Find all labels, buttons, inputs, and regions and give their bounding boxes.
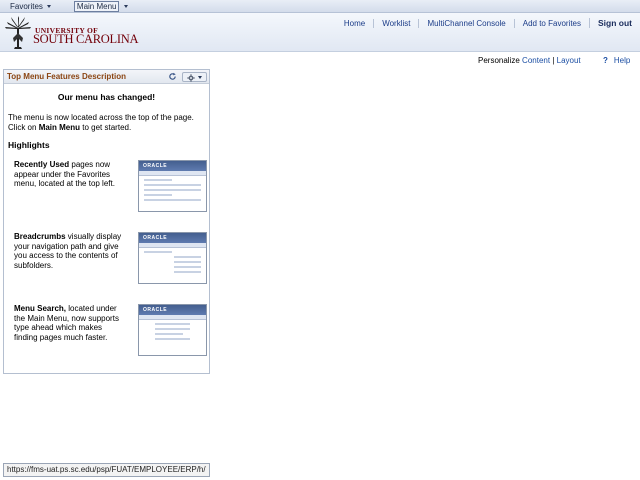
recently-used-screenshot-thumbnail: ORACLE: [138, 160, 207, 212]
status-bar-url: https://fms-uat.ps.sc.edu/psp/FUAT/EMPLO…: [3, 463, 210, 477]
top-menu-bar: Favorites Main Menu: [0, 0, 640, 13]
main-menu[interactable]: Main Menu: [73, 0, 120, 12]
chevron-down-icon: [46, 4, 51, 8]
thumb-line: [174, 271, 201, 273]
feature-breadcrumbs: Breadcrumbs visually display your naviga…: [8, 232, 207, 304]
thumb-line: [144, 189, 201, 191]
feature-text: Menu Search, located under the Main Menu…: [14, 304, 124, 342]
refresh-icon[interactable]: [168, 72, 177, 81]
app-window: Favorites Main Menu UNIVERSITY OF SOUTH …: [0, 0, 640, 480]
thumb-toolbar: [139, 243, 206, 248]
home-link[interactable]: Home: [336, 19, 373, 28]
chevron-down-icon: [198, 76, 202, 79]
feature-title: Recently Used: [14, 160, 70, 169]
thumb-line: [155, 323, 190, 325]
thumb-line: [174, 266, 201, 268]
chevron-down-icon: [124, 4, 129, 8]
gear-icon: [187, 73, 195, 82]
thumb-brand: ORACLE: [139, 161, 206, 171]
thumb-line: [174, 256, 201, 258]
feature-text: Breadcrumbs visually display your naviga…: [14, 232, 124, 270]
help-icon: ?: [603, 56, 608, 65]
intro-main-menu: Main Menu: [38, 122, 81, 132]
palmetto-logo-icon: [5, 16, 31, 49]
thumb-line: [155, 338, 190, 340]
thumb-line: [155, 328, 190, 330]
pagelet-intro: The menu is now located across the top o…: [8, 113, 205, 132]
pagelet-header: Top Menu Features Description: [4, 70, 209, 84]
thumb-line: [144, 179, 172, 181]
thumb-line: [144, 184, 201, 186]
personalize-layout-link[interactable]: Layout: [557, 56, 581, 65]
help-link[interactable]: ? Help: [603, 56, 630, 65]
thumb-toolbar: [139, 171, 206, 176]
thumb-line: [144, 199, 201, 201]
pagelet-top-menu-features: Top Menu Features Description Our menu h…: [3, 69, 210, 374]
header-nav: Home Worklist MultiChannel Console Add t…: [336, 17, 632, 29]
main-menu-label: Main Menu: [76, 1, 117, 11]
menu-search-screenshot-thumbnail: ORACLE: [138, 304, 207, 356]
thumb-line: [174, 261, 201, 263]
feature-recently-used: Recently Used pages now appear under the…: [8, 160, 207, 232]
favorites-menu-label: Favorites: [10, 1, 43, 11]
thumb-brand: ORACLE: [139, 233, 206, 243]
personalize-label: Personalize: [478, 56, 520, 65]
pagelet-heading: Our menu has changed!: [57, 92, 156, 102]
feature-title: Breadcrumbs: [14, 232, 66, 241]
thumb-line: [144, 194, 172, 196]
pagelet-body: Our menu has changed! The menu is now lo…: [4, 84, 209, 376]
intro-text-2: to get started.: [82, 122, 132, 132]
pagelet-options-button[interactable]: [182, 72, 207, 82]
university-logo[interactable]: UNIVERSITY OF SOUTH CAROLINA: [5, 15, 140, 51]
worklist-link[interactable]: Worklist: [373, 18, 418, 28]
feature-menu-search: Menu Search, located under the Main Menu…: [8, 304, 207, 376]
add-to-favorites-link[interactable]: Add to Favorites: [513, 18, 589, 28]
multichannel-console-link[interactable]: MultiChannel Console: [418, 18, 513, 28]
feature-title: Menu Search,: [14, 304, 67, 313]
feature-text: Recently Used pages now appear under the…: [14, 160, 124, 189]
header: UNIVERSITY OF SOUTH CAROLINA Home Workli…: [0, 13, 640, 52]
help-label: Help: [613, 56, 631, 65]
highlights-heading: Highlights: [8, 140, 50, 150]
favorites-menu[interactable]: Favorites: [9, 1, 52, 12]
thumb-line: [144, 251, 172, 253]
pagelet-title: Top Menu Features Description: [7, 72, 126, 81]
personalize-bar: Personalize Content | Layout: [478, 56, 581, 65]
logo-line-2: SOUTH CAROLINA: [33, 32, 139, 46]
personalize-content-link[interactable]: Content: [522, 56, 550, 65]
sign-out-link[interactable]: Sign out: [589, 18, 632, 28]
personalize-separator: |: [552, 56, 555, 65]
thumb-brand: ORACLE: [139, 305, 206, 315]
thumb-line: [155, 333, 183, 335]
main-menu-dropdown[interactable]: [123, 1, 129, 12]
thumb-toolbar: [139, 315, 206, 320]
breadcrumbs-screenshot-thumbnail: ORACLE: [138, 232, 207, 284]
